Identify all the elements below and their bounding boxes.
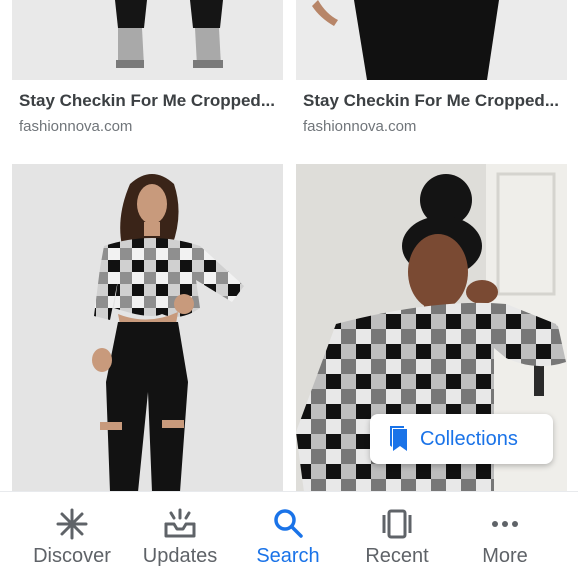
result-title-1[interactable]: Stay Checkin For Me Cropped... bbox=[19, 91, 284, 111]
nav-updates[interactable]: Updates bbox=[122, 492, 238, 580]
result-image-2[interactable] bbox=[296, 0, 567, 80]
result-source-1: fashionnova.com bbox=[19, 118, 133, 135]
nav-recent-label: Recent bbox=[365, 545, 429, 567]
bookmarks-icon bbox=[390, 426, 407, 451]
more-dots-icon bbox=[492, 521, 518, 527]
collections-label: Collections bbox=[420, 427, 518, 450]
recent-cards-icon bbox=[382, 509, 412, 539]
updates-tray-icon bbox=[164, 508, 196, 538]
nav-updates-label: Updates bbox=[142, 545, 218, 567]
nav-discover-label: Discover bbox=[33, 545, 111, 567]
search-icon bbox=[274, 509, 303, 538]
result-title-2[interactable]: Stay Checkin For Me Cropped... bbox=[303, 91, 568, 111]
collections-button[interactable]: Collections bbox=[370, 414, 553, 464]
bottom-navigation: Discover Updates Search Recent More bbox=[0, 491, 578, 580]
nav-search[interactable]: Search bbox=[230, 492, 346, 580]
result-source-2: fashionnova.com bbox=[303, 118, 417, 135]
asterisk-icon bbox=[56, 508, 88, 540]
result-image-1[interactable] bbox=[12, 0, 283, 80]
black-pants-photo bbox=[296, 0, 567, 80]
jeans-boots-photo bbox=[12, 0, 283, 80]
nav-search-label: Search bbox=[256, 545, 320, 567]
nav-recent[interactable]: Recent bbox=[339, 492, 455, 580]
nav-more-label: More bbox=[482, 545, 528, 567]
result-image-3[interactable] bbox=[12, 164, 283, 492]
nav-discover[interactable]: Discover bbox=[14, 492, 130, 580]
nav-more[interactable]: More bbox=[447, 492, 563, 580]
plaid-crop-sweater-photo bbox=[12, 164, 283, 492]
